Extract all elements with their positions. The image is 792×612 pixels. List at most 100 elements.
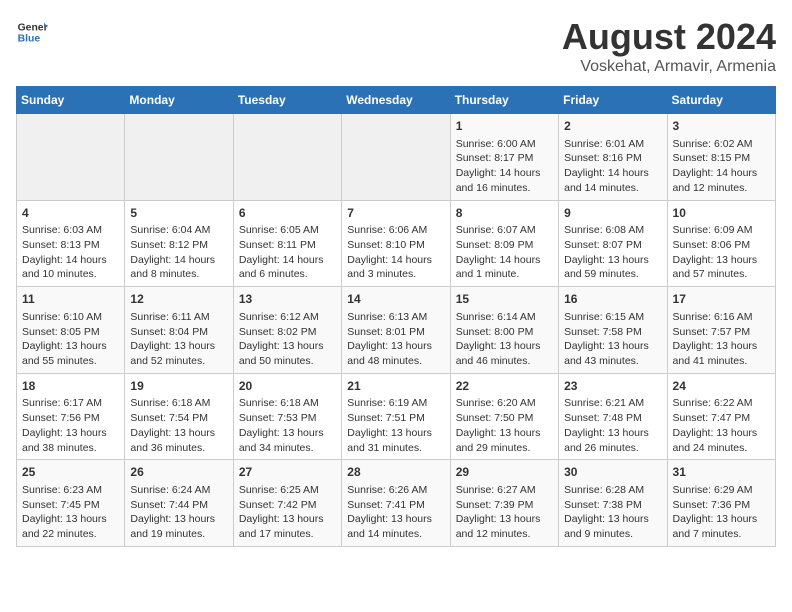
day-number: 15: [456, 291, 553, 308]
day-number: 30: [564, 464, 661, 481]
cell-content: Sunrise: 6:17 AMSunset: 7:56 PMDaylight:…: [22, 396, 119, 455]
cell-content: Sunrise: 6:15 AMSunset: 7:58 PMDaylight:…: [564, 310, 661, 369]
cell-content: Sunrise: 6:18 AMSunset: 7:53 PMDaylight:…: [239, 396, 336, 455]
day-header-saturday: Saturday: [667, 87, 775, 114]
cell-content: Sunrise: 6:21 AMSunset: 7:48 PMDaylight:…: [564, 396, 661, 455]
cell-content: Sunrise: 6:23 AMSunset: 7:45 PMDaylight:…: [22, 483, 119, 542]
calendar-cell: 14 Sunrise: 6:13 AMSunset: 8:01 PMDayligh…: [342, 287, 450, 374]
calendar-cell: 4Sunrise: 6:03 AMSunset: 8:13 PMDaylight…: [17, 200, 125, 287]
calendar-cell: 16 Sunrise: 6:15 AMSunset: 7:58 PMDayligh…: [559, 287, 667, 374]
calendar-cell: 5Sunrise: 6:04 AMSunset: 8:12 PMDaylight…: [125, 200, 233, 287]
calendar-cell: 21Sunrise: 6:19 AMSunset: 7:51 PMDayligh…: [342, 373, 450, 460]
calendar-cell: [125, 114, 233, 201]
calendar-cell: 22Sunrise: 6:20 AMSunset: 7:50 PMDayligh…: [450, 373, 558, 460]
cell-content: Sunrise: 6:04 AMSunset: 8:12 PMDaylight:…: [130, 223, 227, 282]
calendar-cell: 24Sunrise: 6:22 AMSunset: 7:47 PMDayligh…: [667, 373, 775, 460]
calendar-cell: 9Sunrise: 6:08 AMSunset: 8:07 PMDaylight…: [559, 200, 667, 287]
title-area: August 2024 Voskehat, Armavir, Armenia: [562, 16, 776, 76]
day-number: 1: [456, 118, 553, 135]
calendar-cell: 19Sunrise: 6:18 AMSunset: 7:54 PMDayligh…: [125, 373, 233, 460]
day-header-friday: Friday: [559, 87, 667, 114]
page-title: August 2024: [562, 16, 776, 58]
calendar-cell: 13 Sunrise: 6:12 AMSunset: 8:02 PMDayligh…: [233, 287, 341, 374]
cell-content: Sunrise: 6:01 AMSunset: 8:16 PMDaylight:…: [564, 137, 661, 196]
day-number: 14: [347, 291, 444, 308]
calendar-table: SundayMondayTuesdayWednesdayThursdayFrid…: [16, 86, 776, 547]
day-number: 24: [673, 378, 770, 395]
calendar-cell: 3 Sunrise: 6:02 AMSunset: 8:15 PMDaylight…: [667, 114, 775, 201]
day-number: 25: [22, 464, 119, 481]
calendar-cell: 15 Sunrise: 6:14 AMSunset: 8:00 PMDayligh…: [450, 287, 558, 374]
day-number: 13: [239, 291, 336, 308]
day-number: 18: [22, 378, 119, 395]
cell-content: Sunrise: 6:05 AMSunset: 8:11 PMDaylight:…: [239, 223, 336, 282]
calendar-cell: 29Sunrise: 6:27 AMSunset: 7:39 PMDayligh…: [450, 460, 558, 547]
day-header-monday: Monday: [125, 87, 233, 114]
cell-content: Sunrise: 6:11 AMSunset: 8:04 PMDaylight:…: [130, 310, 227, 369]
cell-content: Sunrise: 6:27 AMSunset: 7:39 PMDaylight:…: [456, 483, 553, 542]
cell-content: Sunrise: 6:26 AMSunset: 7:41 PMDaylight:…: [347, 483, 444, 542]
cell-content: Sunrise: 6:18 AMSunset: 7:54 PMDaylight:…: [130, 396, 227, 455]
logo: General Blue: [16, 16, 48, 48]
logo-icon: General Blue: [16, 16, 48, 48]
calendar-cell: 30 Sunrise: 6:28 AMSunset: 7:38 PMDayligh…: [559, 460, 667, 547]
calendar-cell: [233, 114, 341, 201]
calendar-cell: 17 Sunrise: 6:16 AMSunset: 7:57 PMDayligh…: [667, 287, 775, 374]
svg-text:General: General: [18, 22, 48, 33]
calendar-cell: 10Sunrise: 6:09 AMSunset: 8:06 PMDayligh…: [667, 200, 775, 287]
day-number: 23: [564, 378, 661, 395]
day-number: 10: [673, 205, 770, 222]
calendar-cell: 12 Sunrise: 6:11 AMSunset: 8:04 PMDayligh…: [125, 287, 233, 374]
day-header-thursday: Thursday: [450, 87, 558, 114]
day-number: 17: [673, 291, 770, 308]
cell-content: Sunrise: 6:14 AMSunset: 8:00 PMDaylight:…: [456, 310, 553, 369]
day-number: 4: [22, 205, 119, 222]
calendar-cell: 26 Sunrise: 6:24 AMSunset: 7:44 PMDayligh…: [125, 460, 233, 547]
cell-content: Sunrise: 6:03 AMSunset: 8:13 PMDaylight:…: [22, 223, 119, 282]
cell-content: Sunrise: 6:28 AMSunset: 7:38 PMDaylight:…: [564, 483, 661, 542]
cell-content: Sunrise: 6:06 AMSunset: 8:10 PMDaylight:…: [347, 223, 444, 282]
calendar-cell: 27Sunrise: 6:25 AMSunset: 7:42 PMDayligh…: [233, 460, 341, 547]
day-number: 16: [564, 291, 661, 308]
calendar-cell: 8Sunrise: 6:07 AMSunset: 8:09 PMDaylight…: [450, 200, 558, 287]
calendar-cell: 2 Sunrise: 6:01 AMSunset: 8:16 PMDaylight…: [559, 114, 667, 201]
day-number: 8: [456, 205, 553, 222]
day-number: 19: [130, 378, 227, 395]
cell-content: Sunrise: 6:13 AMSunset: 8:01 PMDaylight:…: [347, 310, 444, 369]
calendar-cell: 20Sunrise: 6:18 AMSunset: 7:53 PMDayligh…: [233, 373, 341, 460]
day-number: 21: [347, 378, 444, 395]
cell-content: Sunrise: 6:22 AMSunset: 7:47 PMDaylight:…: [673, 396, 770, 455]
cell-content: Sunrise: 6:16 AMSunset: 7:57 PMDaylight:…: [673, 310, 770, 369]
day-number: 6: [239, 205, 336, 222]
day-number: 12: [130, 291, 227, 308]
day-number: 5: [130, 205, 227, 222]
day-number: 31: [673, 464, 770, 481]
calendar-cell: [342, 114, 450, 201]
day-number: 9: [564, 205, 661, 222]
cell-content: Sunrise: 6:07 AMSunset: 8:09 PMDaylight:…: [456, 223, 553, 282]
day-header-sunday: Sunday: [17, 87, 125, 114]
cell-content: Sunrise: 6:10 AMSunset: 8:05 PMDaylight:…: [22, 310, 119, 369]
calendar-cell: 18Sunrise: 6:17 AMSunset: 7:56 PMDayligh…: [17, 373, 125, 460]
day-number: 26: [130, 464, 227, 481]
calendar-cell: 31Sunrise: 6:29 AMSunset: 7:36 PMDayligh…: [667, 460, 775, 547]
day-header-wednesday: Wednesday: [342, 87, 450, 114]
cell-content: Sunrise: 6:02 AMSunset: 8:15 PMDaylight:…: [673, 137, 770, 196]
calendar-cell: [17, 114, 125, 201]
svg-text:Blue: Blue: [18, 34, 41, 45]
day-header-tuesday: Tuesday: [233, 87, 341, 114]
cell-content: Sunrise: 6:19 AMSunset: 7:51 PMDaylight:…: [347, 396, 444, 455]
calendar-cell: 7Sunrise: 6:06 AMSunset: 8:10 PMDaylight…: [342, 200, 450, 287]
cell-content: Sunrise: 6:20 AMSunset: 7:50 PMDaylight:…: [456, 396, 553, 455]
day-number: 20: [239, 378, 336, 395]
day-number: 2: [564, 118, 661, 135]
cell-content: Sunrise: 6:08 AMSunset: 8:07 PMDaylight:…: [564, 223, 661, 282]
calendar-cell: 28Sunrise: 6:26 AMSunset: 7:41 PMDayligh…: [342, 460, 450, 547]
day-number: 22: [456, 378, 553, 395]
cell-content: Sunrise: 6:24 AMSunset: 7:44 PMDaylight:…: [130, 483, 227, 542]
calendar-cell: 6Sunrise: 6:05 AMSunset: 8:11 PMDaylight…: [233, 200, 341, 287]
cell-content: Sunrise: 6:00 AMSunset: 8:17 PMDaylight:…: [456, 137, 553, 196]
cell-content: Sunrise: 6:25 AMSunset: 7:42 PMDaylight:…: [239, 483, 336, 542]
cell-content: Sunrise: 6:12 AMSunset: 8:02 PMDaylight:…: [239, 310, 336, 369]
day-number: 3: [673, 118, 770, 135]
